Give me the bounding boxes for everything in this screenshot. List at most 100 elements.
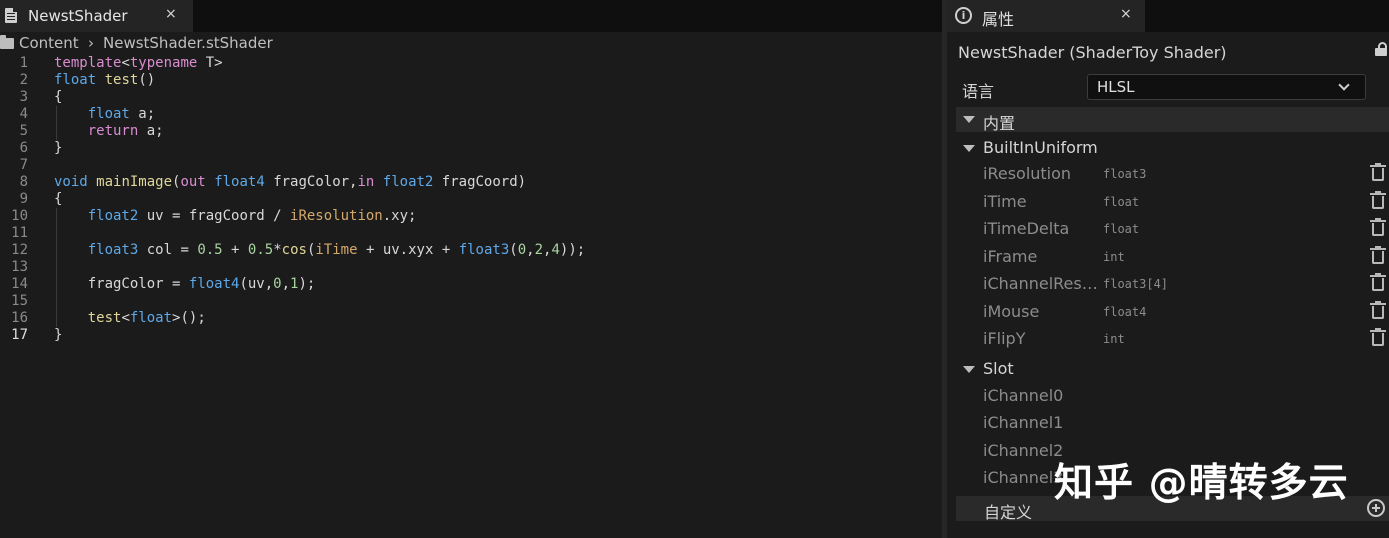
trash-icon[interactable] [1370, 301, 1386, 319]
language-label: 语言 [962, 82, 995, 101]
code-text: { [54, 89, 63, 105]
watermark: 知乎 @晴转多云 [1054, 461, 1349, 506]
code-editor-panel: NewstShader × Content › NewstShader.stSh… [0, 0, 942, 538]
category-label: 自定义 [984, 503, 1033, 522]
uniform-name: iChannelReso... [983, 274, 1101, 293]
line-number: 6 [19, 140, 28, 156]
code-text: float a; [87, 106, 156, 122]
group-builtin-uniform[interactable]: BuiltInUniform [956, 136, 1389, 160]
uniform-type: int [1103, 332, 1125, 346]
code-line: 2 float test() [0, 72, 942, 89]
uniform-type: float3[4] [1103, 277, 1169, 291]
code-line: 3{ [0, 89, 942, 106]
code-text: { [54, 191, 63, 207]
object-title: NewstShader (ShaderToy Shader) [958, 43, 1227, 62]
line-number: 2 [19, 72, 28, 88]
expand-arrow-icon [963, 116, 975, 123]
line-number: 13 [11, 259, 28, 275]
code-text: float2 uv = fragCoord / iResolution.xy; [87, 208, 417, 224]
editor-tab-bar: NewstShader × [0, 0, 942, 32]
uniform-row: iTimeDelta float [983, 215, 1389, 242]
chevron-down-icon [1338, 79, 1350, 91]
line-number: 17 [11, 327, 28, 343]
uniform-name: iFrame [983, 247, 1038, 266]
line-number: 7 [19, 157, 28, 173]
add-icon[interactable] [1367, 499, 1385, 517]
line-number: 5 [19, 123, 28, 139]
code-text: float3 col = 0.5 + 0.5*cos(iTime + uv.xy… [87, 242, 586, 258]
uniform-name: iMouse [983, 302, 1040, 321]
uniform-name: iResolution [983, 164, 1072, 183]
code-text: return a; [87, 123, 164, 139]
breadcrumb-item-file[interactable]: NewstShader.stShader [103, 34, 273, 52]
line-number: 9 [19, 191, 28, 207]
uniform-row: iChannelReso... float3[4] [983, 270, 1389, 297]
line-number: 16 [11, 310, 28, 326]
code-text: void mainImage(out float4 fragColor,in f… [54, 174, 527, 190]
code-line: 11 [0, 225, 942, 242]
uniform-type: float4 [1103, 305, 1147, 319]
line-number: 3 [19, 89, 28, 105]
uniform-row: iMouse float4 [983, 298, 1389, 325]
line-number: 1 [19, 55, 28, 71]
code-line: 17} [0, 327, 942, 344]
code-area[interactable]: 1 template<typename T> 2 float test() 3{ 4… [0, 55, 942, 344]
details-panel: i 属性 × NewstShader (ShaderToy Shader) 语言… [947, 0, 1389, 538]
line-number: 10 [11, 208, 28, 224]
uniform-name: iTime [983, 192, 1027, 211]
trash-icon[interactable] [1370, 163, 1386, 181]
group-label: BuiltInUniform [983, 138, 1098, 157]
uniform-row: iResolution float3 [983, 160, 1389, 187]
line-number: 8 [19, 174, 28, 190]
line-number: 12 [11, 242, 28, 258]
trash-icon[interactable] [1370, 328, 1386, 346]
tab-properties[interactable]: i 属性 × [947, 0, 1145, 32]
chevron-right-icon: › [88, 34, 94, 52]
code-line: 5 return a; [0, 123, 942, 140]
code-line: 1 template<typename T> [0, 55, 942, 72]
code-text: template<typename T> [54, 55, 223, 71]
close-icon[interactable]: × [165, 6, 177, 22]
breadcrumb: Content › NewstShader.stShader [0, 33, 942, 55]
slot-name: iChannel1 [983, 413, 1064, 432]
tab-newstshader[interactable]: NewstShader × [0, 0, 193, 32]
code-line: 6} [0, 140, 942, 157]
trash-icon[interactable] [1370, 191, 1386, 209]
uniform-name: iTimeDelta [983, 219, 1070, 238]
code-line: 15 [0, 293, 942, 310]
expand-arrow-icon [963, 366, 975, 373]
code-line: 12 float3 col = 0.5 + 0.5*cos(iTime + uv… [0, 242, 942, 259]
trash-icon[interactable] [1370, 273, 1386, 291]
code-line: 4 float a; [0, 106, 942, 123]
code-line: 16 test<float>(); [0, 310, 942, 327]
language-value: HLSL [1097, 78, 1135, 96]
group-label: Slot [983, 359, 1014, 378]
uniform-row: iFrame int [983, 243, 1389, 270]
code-line: 13 [0, 259, 942, 276]
code-text: fragColor = float4(uv,0,1); [54, 276, 316, 292]
uniform-type: float3 [1103, 167, 1147, 181]
code-text: } [54, 140, 63, 156]
document-icon [5, 8, 17, 23]
breadcrumb-item-content[interactable]: Content [19, 34, 79, 52]
language-select[interactable]: HLSL [1087, 74, 1366, 100]
slot-name: iChannel0 [983, 386, 1064, 405]
line-number: 4 [19, 106, 28, 122]
uniform-type: float [1103, 195, 1140, 209]
code-line: 9{ [0, 191, 942, 208]
slot-row: iChannel0 [983, 382, 1389, 409]
code-line: 14 fragColor = float4(uv,0,1); [0, 276, 942, 293]
close-icon[interactable]: × [1120, 6, 1132, 22]
tab-title: NewstShader [28, 7, 128, 25]
trash-icon[interactable] [1370, 218, 1386, 236]
code-text: } [54, 327, 63, 343]
group-slot[interactable]: Slot [956, 357, 1389, 381]
trash-icon[interactable] [1370, 246, 1386, 264]
uniform-type: int [1103, 250, 1125, 264]
category-builtin[interactable]: 内置 [956, 107, 1389, 133]
code-text: float test() [54, 72, 156, 88]
details-tab-bar: i 属性 × [947, 0, 1389, 32]
uniform-row: iTime float [983, 188, 1389, 215]
lock-icon[interactable] [1373, 42, 1387, 56]
slot-row: iChannel1 [983, 409, 1389, 436]
